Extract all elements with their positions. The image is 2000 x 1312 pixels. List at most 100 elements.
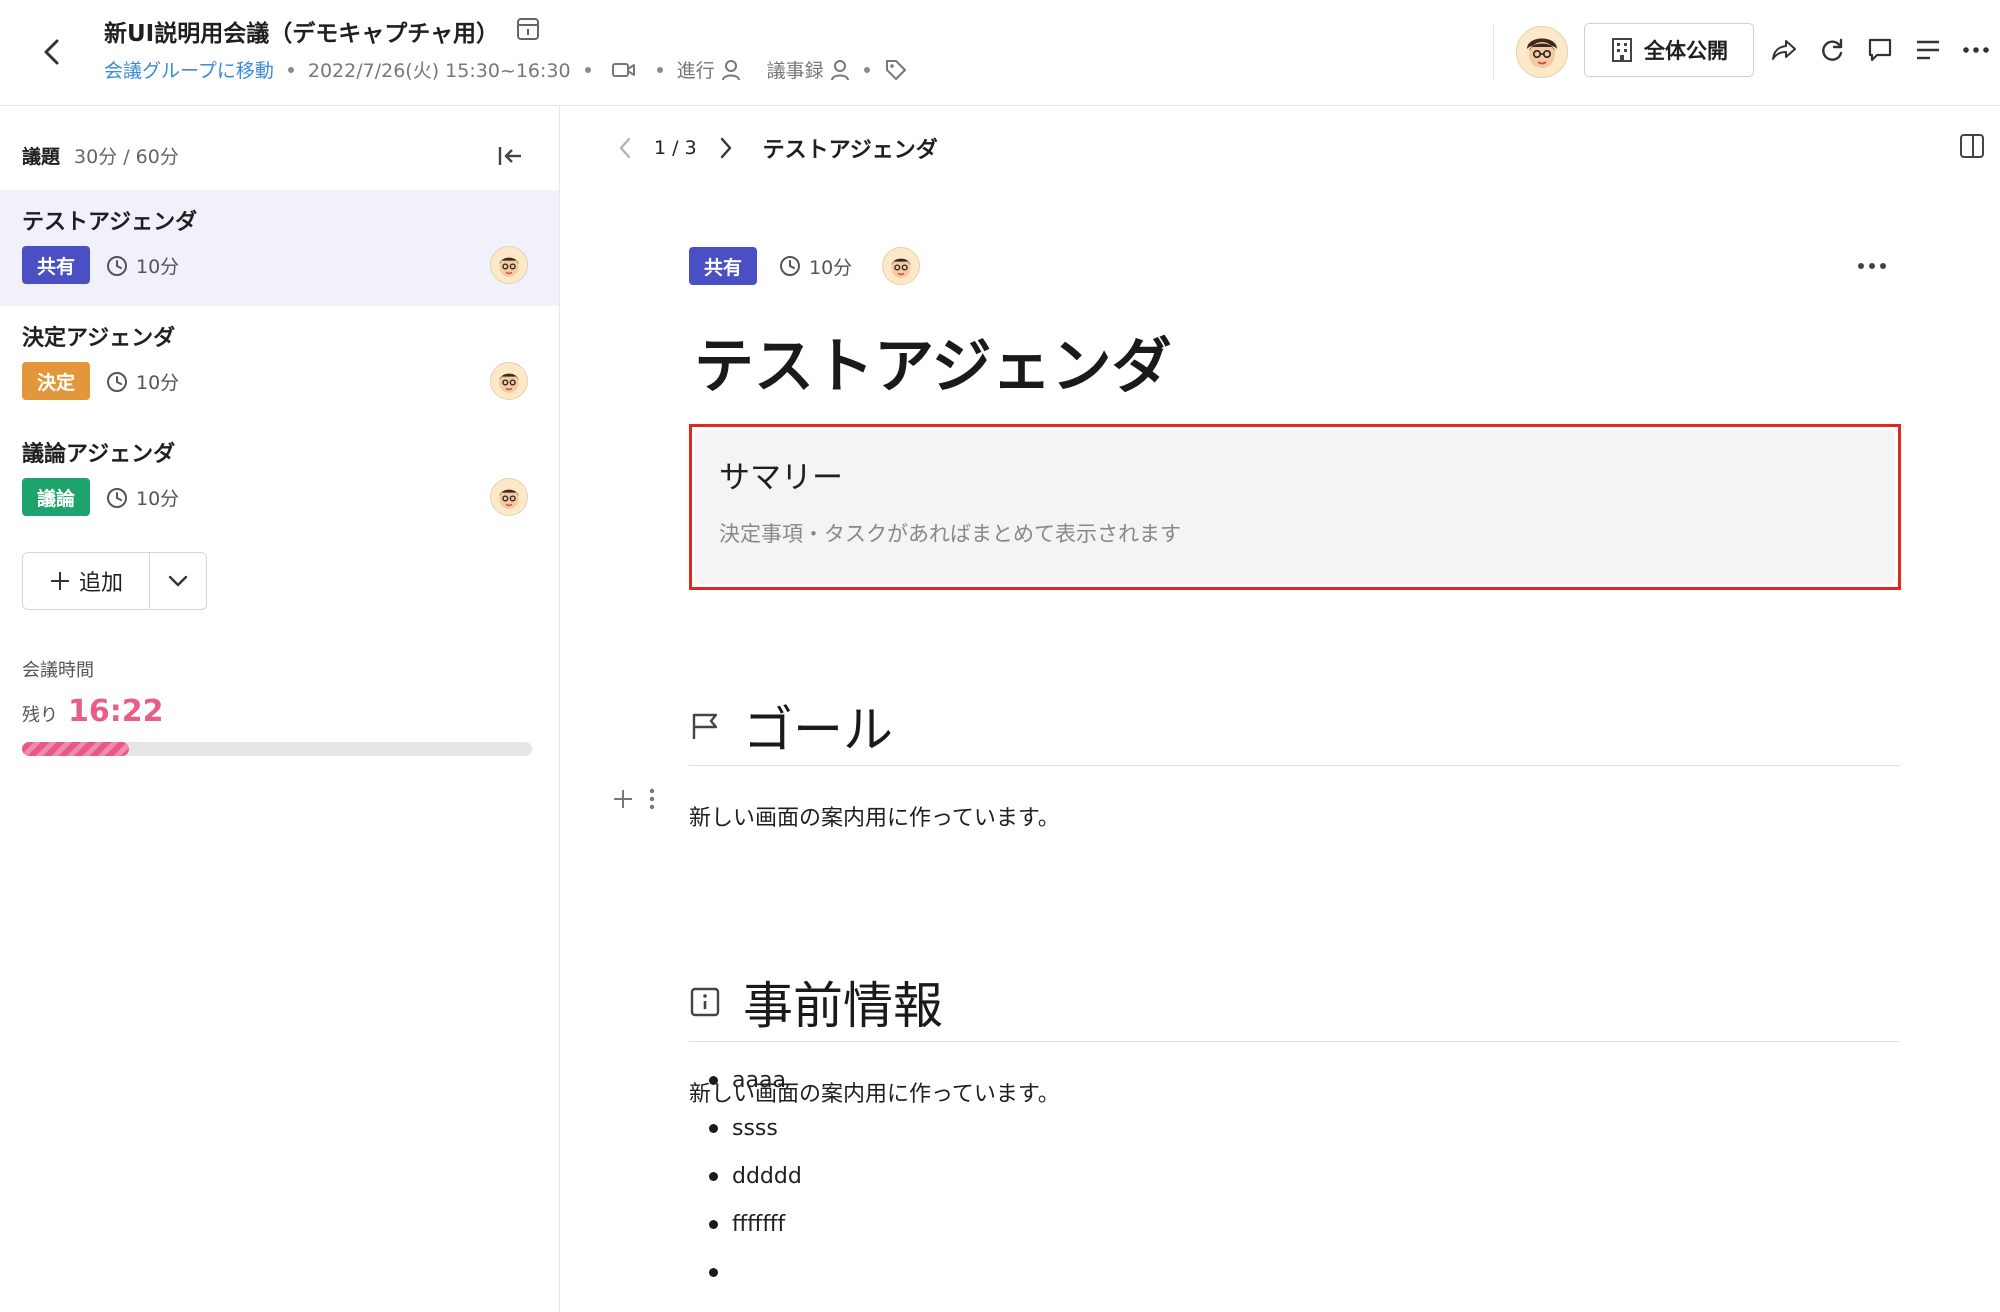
agenda-item[interactable]: テストアジェンダ 共有 10分	[0, 190, 559, 306]
prev-agenda-button[interactable]	[610, 128, 640, 168]
share-icon[interactable]	[1766, 32, 1802, 68]
separator-dot	[584, 66, 591, 73]
chevron-down-icon	[168, 575, 188, 587]
agenda-item[interactable]: 決定アジェンダ 決定 10分	[0, 306, 559, 422]
agenda-type-badge[interactable]: 共有	[689, 247, 757, 285]
add-agenda-dropdown[interactable]	[150, 553, 206, 609]
add-agenda-button[interactable]: 追加	[23, 553, 150, 609]
visibility-label: 全体公開	[1644, 39, 1728, 63]
agenda-page-count: 1 / 3	[654, 137, 697, 159]
assignee-avatar[interactable]	[490, 246, 528, 284]
comment-icon[interactable]	[1862, 32, 1898, 68]
agenda-more-button[interactable]	[1850, 250, 1894, 282]
assignee-avatar[interactable]	[882, 247, 921, 285]
agenda-item-name: 決定アジェンダ	[22, 326, 176, 351]
clock-icon	[107, 255, 127, 276]
agenda-duration[interactable]: 10分	[779, 253, 852, 280]
summary-title: サマリー	[719, 460, 843, 496]
header-divider	[1493, 24, 1494, 80]
bullet-item[interactable]: ddddd	[689, 1152, 802, 1200]
meeting-header: 新UI説明用会議（デモキャプチャ用） 会議グループに移動 2022/7/26(火…	[0, 0, 2000, 106]
more-menu-icon[interactable]	[1958, 32, 1994, 68]
outline-list-icon[interactable]	[1910, 32, 1946, 68]
agenda-duration: 10分	[106, 484, 179, 511]
refresh-icon[interactable]	[1814, 32, 1850, 68]
chevron-left-icon	[619, 137, 631, 159]
current-agenda-title: テストアジェンダ	[762, 138, 938, 163]
remaining-time: 残り 16:22	[22, 694, 164, 729]
agenda-type-badge: 議論	[22, 478, 90, 516]
clock-icon	[780, 256, 800, 276]
separator-dot	[656, 66, 663, 73]
prior-info-text[interactable]: 新しい画面の案内用に作っています。	[689, 1076, 1899, 1108]
chevron-left-icon	[44, 39, 59, 65]
meeting-info-icon[interactable]	[515, 16, 541, 46]
plus-icon	[50, 572, 69, 590]
building-icon	[1612, 38, 1632, 62]
agenda-duration: 10分	[106, 252, 179, 279]
goal-section: ゴール 新しい画面の案内用に作っています。	[689, 686, 1899, 832]
agenda-heading: 議題 30分 / 60分	[22, 142, 179, 169]
bullet-item[interactable]	[689, 1248, 802, 1296]
goal-text[interactable]: 新しい画面の案内用に作っています。	[689, 800, 1899, 832]
goal-heading[interactable]: ゴール	[743, 690, 893, 762]
video-camera-icon[interactable]	[611, 60, 637, 80]
add-block-icon[interactable]	[612, 788, 634, 810]
more-horizontal-icon	[1858, 263, 1886, 269]
prior-info-section: 事前情報 新しい画面の案内用に作っています。	[689, 962, 1899, 1108]
bullet-item[interactable]: aaaa	[689, 1056, 802, 1104]
bullet-item[interactable]: ssss	[689, 1104, 802, 1152]
agenda-pager: 1 / 3 テストアジェンダ	[610, 124, 938, 172]
chevron-right-icon	[720, 137, 731, 159]
prior-info-heading[interactable]: 事前情報	[743, 966, 943, 1038]
visibility-button[interactable]: 全体公開	[1584, 23, 1754, 77]
facilitator-label: 進行	[676, 60, 715, 82]
add-agenda-label: 追加	[78, 571, 123, 596]
summary-description: 決定事項・タスクがあればまとめて表示されます	[719, 522, 1181, 546]
agenda-sidebar: 議題 30分 / 60分 テストアジェンダ 共有 10分 決定アジェンダ 決定 …	[0, 106, 560, 1312]
agenda-time-summary: 30分 / 60分	[74, 146, 179, 168]
bullet-item[interactable]: fffffff	[689, 1200, 802, 1248]
agenda-item-name: 議論アジェンダ	[22, 442, 176, 467]
meeting-progress-bar	[22, 742, 532, 756]
summary-box: サマリー 決定事項・タスクがあればまとめて表示されます	[689, 424, 1901, 590]
meeting-progress-fill	[22, 742, 130, 756]
facilitator-person-icon[interactable]	[721, 59, 741, 81]
agenda-title[interactable]: テストアジェンダ	[694, 318, 1172, 405]
bullet-list: aaaa ssss ddddd fffffff	[689, 1056, 802, 1296]
minutes-person-icon[interactable]	[830, 59, 850, 81]
agenda-duration: 10分	[106, 368, 179, 395]
agenda-item-name: テストアジェンダ	[22, 210, 198, 235]
assignee-avatar[interactable]	[490, 362, 528, 400]
back-button[interactable]	[30, 30, 74, 74]
agenda-duration-text: 10分	[136, 372, 180, 394]
remaining-label: 残り	[22, 705, 58, 726]
block-tools	[612, 788, 656, 810]
drag-handle-icon[interactable]	[648, 788, 656, 810]
info-icon	[689, 986, 731, 1018]
meeting-group-link[interactable]: 会議グループに移動	[104, 56, 274, 83]
assignee-avatar[interactable]	[490, 478, 528, 516]
agenda-type-badge: 決定	[22, 362, 90, 400]
collapse-sidebar-button[interactable]	[492, 138, 528, 174]
tag-icon[interactable]	[884, 58, 908, 82]
flag-icon	[689, 710, 731, 742]
separator-dot	[287, 66, 294, 73]
collapse-left-icon	[498, 147, 521, 165]
clock-icon	[107, 487, 127, 508]
clock-icon	[107, 371, 127, 392]
agenda-meta: 共有 10分	[689, 247, 921, 285]
minutes-label: 議事録	[766, 60, 824, 82]
agenda-item[interactable]: 議論アジェンダ 議論 10分	[0, 422, 559, 538]
separator-dot	[863, 66, 870, 73]
split-panel-icon	[1960, 134, 1984, 158]
add-agenda-group: 追加	[22, 552, 207, 610]
meeting-time-label: 会議時間	[22, 660, 94, 681]
next-agenda-button[interactable]	[711, 128, 741, 168]
agenda-duration-text: 10分	[136, 256, 180, 278]
remaining-timer: 16:22	[68, 694, 164, 729]
user-avatar[interactable]	[1516, 26, 1568, 78]
agenda-heading-label: 議題	[22, 146, 61, 168]
meeting-datetime: 2022/7/26(火) 15:30~16:30	[307, 60, 571, 82]
split-view-button[interactable]	[1952, 126, 1992, 166]
